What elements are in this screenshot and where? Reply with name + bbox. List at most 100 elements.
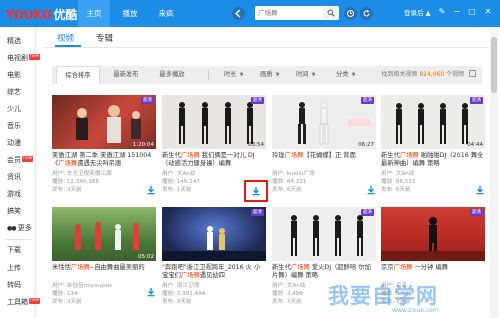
duration-label: 03:54 (248, 142, 264, 148)
sort-comprehensive[interactable]: 综合排序 (56, 66, 100, 84)
filter-bar: 综合排序 最新发布 最多播放 时长 ▼ 画质 ▼ 时间 ▼ 分类 ▼ 找到相关视频 82… (52, 66, 482, 84)
history-icon[interactable] (344, 7, 357, 20)
video-published: 发布: 6天前 (381, 187, 411, 193)
sidebar: 精选 电视剧 new 电影 综艺 少儿 音乐 动漫 会员 new 资讯 游戏 搞笑 … (0, 27, 41, 318)
watermark: 我要自学网 www.zixue.com (328, 284, 439, 314)
search-button[interactable] (323, 6, 339, 20)
video-plays: 播放: 134 (52, 291, 78, 297)
back-icon[interactable] (232, 7, 245, 20)
nav-tab-home[interactable]: 主页 (78, 0, 110, 27)
hd-badge: 超清 (470, 97, 483, 104)
video-plays: 播放: 146,147 (162, 179, 200, 185)
sort-newest[interactable]: 最新发布 (106, 66, 146, 84)
highlighted-download-button[interactable] (244, 180, 268, 202)
video-plays: 播放: 64,231 (272, 179, 307, 185)
sidebar-item-anime[interactable]: 动漫 (7, 136, 21, 150)
youku-logo[interactable]: YOUKU 优酷 (6, 6, 77, 23)
video-title[interactable]: 玲珑广场舞【花蝴蝶】正 背面 (272, 152, 376, 160)
sort-most-played[interactable]: 最多播放 (152, 66, 192, 84)
download-icon[interactable] (146, 287, 156, 297)
sidebar-item-download[interactable]: 下载 (7, 243, 21, 257)
filter-time[interactable]: 时间 ▼ (296, 66, 315, 84)
search-box (255, 6, 339, 20)
video-thumbnail[interactable]: 超清 1:20:04 (52, 95, 156, 149)
video-title[interactable]: 笑傲江湖 第二季 笑傲江湖 151004《广场舞遭遇无尖叫吊唐 (52, 152, 156, 168)
video-uploader[interactable]: 用户: 东方卫视笑傲江湖 (52, 169, 112, 177)
sidebar-item-variety[interactable]: 综艺 (7, 85, 21, 99)
sidebar-item-games[interactable]: 游戏 (7, 187, 21, 201)
video-thumbnail[interactable]: 05:02 (52, 207, 156, 261)
download-icon (252, 187, 260, 196)
video-title[interactable]: 新生代广场舞 我们俩是一对儿 DJ（动感活力健身操）编舞 (162, 152, 266, 168)
top-bar: YOUKU优酷 主页 播放 来疯 登录后 ▲ ✎ − ▢ ✕ (0, 0, 500, 27)
video-uploader[interactable]: 用户: 文An幼 (381, 169, 414, 177)
sidebar-item-tv[interactable]: 电视剧 new (7, 51, 41, 65)
video-uploader[interactable]: 用户: 浙江卫视 (162, 281, 199, 289)
video-thumbnail[interactable]: 超清 (162, 207, 266, 261)
chevron-down-icon: ▼ (311, 72, 316, 78)
duration-label: 06:27 (358, 142, 374, 148)
filter-quality[interactable]: 画质 ▼ (260, 66, 279, 84)
sidebar-item-transcode[interactable]: 转码 (7, 278, 21, 292)
tab-videos[interactable]: 视频 (57, 32, 74, 44)
search-input[interactable] (258, 8, 322, 18)
hd-badge: 超清 (361, 209, 374, 216)
minimize-button[interactable]: − (451, 6, 463, 18)
login-link[interactable]: 登录后 ▲ (404, 0, 431, 27)
chevron-down-icon: ▼ (239, 72, 244, 78)
video-published: 发布: 3天前 (162, 299, 192, 305)
video-thumbnail[interactable]: 超清 06:27 (272, 95, 376, 149)
new-badge: new (29, 54, 41, 60)
filter-duration[interactable]: 时长 ▼ (224, 66, 243, 84)
sidebar-item-featured[interactable]: 精选 (7, 34, 21, 48)
video-uploader[interactable]: 用户: 文An幼 (162, 169, 195, 177)
video-uploader[interactable]: 用户: kuailu广场 (272, 169, 315, 177)
sidebar-divider (5, 239, 31, 240)
video-title[interactable]: 新生代广场舞 啪啪啪DJ（2016 舞全最新神曲）编舞 策略 (381, 152, 485, 168)
video-title[interactable]: 米恬恬广场舞--自由舞曲最美丽的 (52, 264, 156, 272)
hd-badge: 超清 (251, 209, 264, 216)
video-thumbnail[interactable]: 超清 03:54 (162, 95, 266, 149)
video-plays: 播放: 12,346,188 (52, 179, 99, 185)
scrollbar[interactable] (490, 27, 498, 318)
video-thumbnail[interactable]: 超清 04:44 (381, 95, 485, 149)
duration-label: 05:02 (138, 254, 154, 260)
refresh-icon[interactable] (360, 7, 373, 20)
tab-albums[interactable]: 专辑 (96, 32, 113, 44)
sidebar-item-vip[interactable]: 会员 new (7, 153, 34, 167)
sidebar-item-movie[interactable]: 电影 (7, 68, 21, 82)
hd-badge: 超清 (361, 97, 374, 104)
dancer-figures-image (75, 222, 139, 250)
skin-icon[interactable]: ✎ (436, 6, 448, 18)
video-thumbnail[interactable]: 超清 (272, 207, 376, 261)
video-uploader[interactable]: 用户: 米恬恬miyouyou (52, 281, 111, 289)
sidebar-item-toolbox[interactable]: 工具箱 new (7, 295, 41, 309)
result-count: 找到相关视频 824,060 个视频 (381, 66, 476, 84)
maximize-button[interactable]: ▢ (466, 6, 478, 18)
download-icon[interactable] (475, 185, 485, 195)
nav-tab-play[interactable]: 播放 (114, 0, 146, 27)
hd-badge: 超清 (141, 97, 154, 104)
nav-tab-laifeng[interactable]: 来疯 (150, 0, 182, 27)
new-badge: new (29, 298, 41, 304)
sidebar-item-music[interactable]: 音乐 (7, 119, 21, 133)
new-badge: new (22, 156, 34, 162)
tab-divider (44, 47, 490, 48)
close-button[interactable]: ✕ (482, 6, 494, 18)
video-published: 发布: 3天前 (52, 187, 82, 193)
hd-badge: 超清 (470, 209, 483, 216)
sidebar-item-kids[interactable]: 少儿 (7, 102, 21, 116)
download-icon[interactable] (366, 185, 376, 195)
download-icon[interactable] (146, 185, 156, 195)
sidebar-item-news[interactable]: 资讯 (7, 170, 21, 184)
video-thumbnail[interactable]: 超清 (381, 207, 485, 261)
layout-toggle-icon[interactable] (469, 70, 476, 77)
hd-badge: 超清 (251, 97, 264, 104)
sidebar-item-more[interactable]: ●● 更多 (7, 221, 32, 235)
filter-category[interactable]: 分类 ▼ (336, 66, 355, 84)
scrollbar-thumb[interactable] (491, 37, 497, 93)
video-title[interactable]: "奔跑吧"浙江卫视跨年_2016 火 小宝宝们广场舞遇见幼四 (162, 264, 266, 280)
sidebar-item-upload[interactable]: 上传 (7, 261, 21, 275)
video-plays: 播放: 66,132 (381, 179, 416, 185)
sidebar-item-funny[interactable]: 搞笑 (7, 204, 21, 218)
